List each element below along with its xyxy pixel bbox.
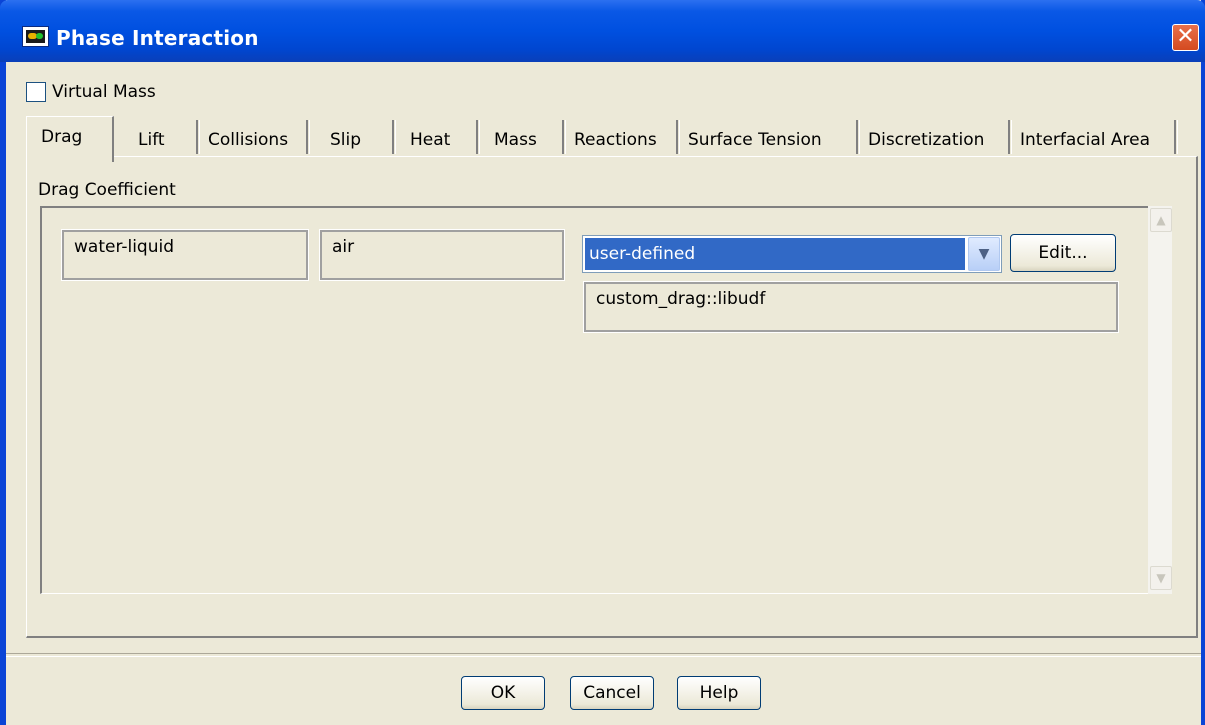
tab-reactions[interactable]: Reactions	[568, 120, 680, 154]
tab-discretization[interactable]: Discretization	[862, 120, 1012, 154]
virtual-mass-label: Virtual Mass	[52, 82, 156, 102]
tab-slip[interactable]: Slip	[312, 120, 396, 154]
virtual-mass-checkbox[interactable]	[26, 82, 46, 102]
close-icon[interactable]: ✕	[1172, 24, 1199, 51]
tab-drag[interactable]: Drag	[26, 116, 114, 162]
footer-separator	[6, 653, 1201, 657]
tab-heat[interactable]: Heat	[398, 120, 480, 154]
scroll-down-icon[interactable]: ▼	[1150, 566, 1172, 590]
scroll-up-icon[interactable]: ▲	[1150, 208, 1172, 232]
edit-button[interactable]: Edit...	[1010, 234, 1116, 272]
tab-interfacial-area[interactable]: Interfacial Area	[1014, 120, 1178, 154]
cancel-button[interactable]: Cancel	[570, 676, 654, 710]
title-bar[interactable]: Phase Interaction ✕	[0, 0, 1205, 62]
virtual-mass-option[interactable]: Virtual Mass	[26, 82, 156, 102]
ok-button[interactable]: OK	[461, 676, 545, 710]
vertical-scrollbar[interactable]: ▲ ▼	[1148, 206, 1172, 594]
phase-2-field: air	[319, 229, 565, 281]
window-title: Phase Interaction	[56, 26, 259, 50]
tab-mass[interactable]: Mass	[482, 120, 566, 154]
drag-method-dropdown[interactable]: user-defined ▼	[582, 235, 1002, 273]
tab-surface-tension[interactable]: Surface Tension	[682, 120, 860, 154]
tab-lift[interactable]: Lift	[120, 120, 200, 154]
help-button[interactable]: Help	[677, 676, 761, 710]
udf-function-field: custom_drag::libudf	[583, 281, 1119, 333]
drag-method-value: user-defined	[585, 238, 965, 270]
tab-collisions[interactable]: Collisions	[202, 120, 310, 154]
app-icon	[22, 26, 49, 47]
phase-1-field: water-liquid	[61, 229, 309, 281]
drag-coefficient-label: Drag Coefficient	[38, 180, 176, 200]
chevron-down-icon[interactable]: ▼	[968, 237, 1000, 271]
